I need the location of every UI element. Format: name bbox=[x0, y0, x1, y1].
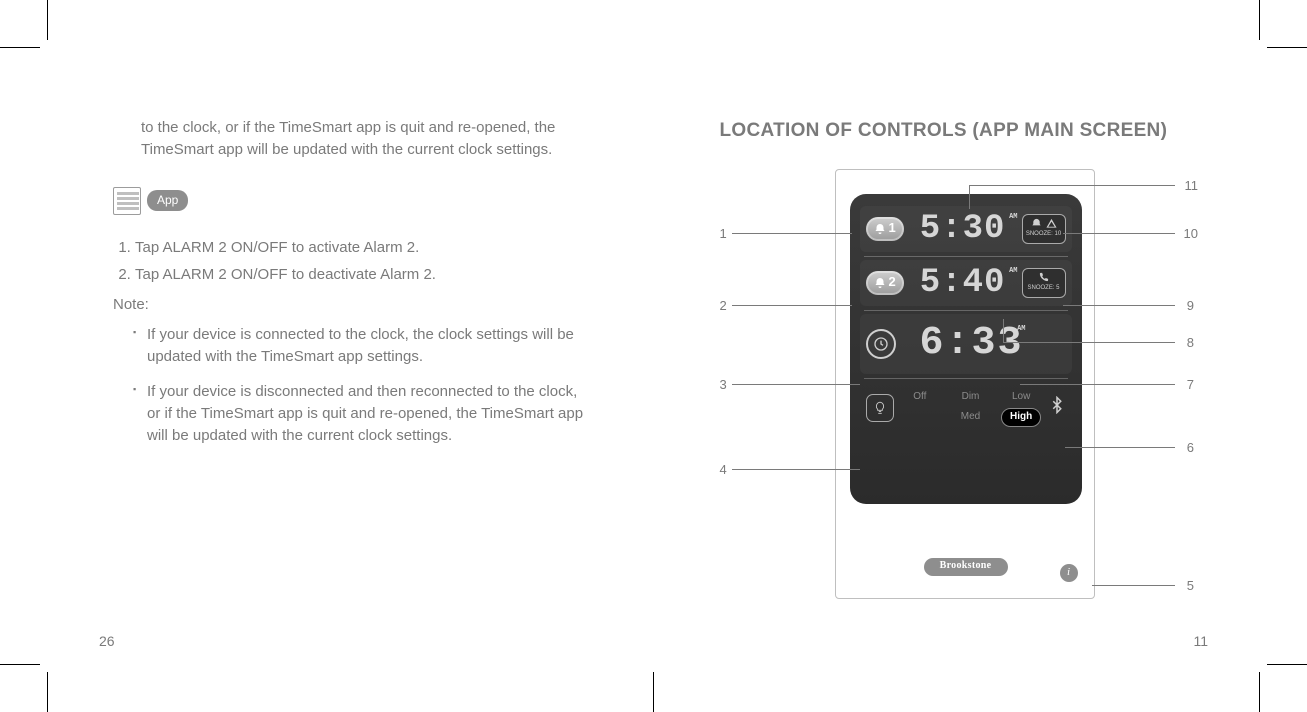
alarm1-number: 1 bbox=[889, 219, 896, 238]
alarm2-row: 2 5:40 AM SNOOZE: 5 bbox=[860, 260, 1072, 306]
bluetooth-icon bbox=[1048, 396, 1066, 414]
intro-paragraph: to the clock, or if the TimeSmart app is… bbox=[141, 117, 588, 161]
page-left: to the clock, or if the TimeSmart app is… bbox=[47, 47, 654, 665]
note-bullet: If your device is connected to the clock… bbox=[133, 324, 588, 368]
leader-line bbox=[732, 384, 860, 385]
alarm1-snooze-label: SNOOZE: 10 bbox=[1026, 230, 1061, 239]
leader-line bbox=[1003, 342, 1175, 343]
phone-icon bbox=[1038, 272, 1049, 283]
alarm2-toggle[interactable]: 2 bbox=[866, 271, 904, 295]
callout-7: 7 bbox=[1187, 376, 1194, 395]
clock-time[interactable]: 6:33 AM bbox=[920, 324, 1024, 364]
alarm2-snooze-box[interactable]: SNOOZE: 5 bbox=[1022, 268, 1066, 298]
dimmer-high-selected[interactable]: High bbox=[1001, 408, 1041, 427]
app-thumbnail-icon bbox=[113, 187, 141, 215]
alarm1-toggle[interactable]: 1 bbox=[866, 217, 904, 241]
leader-line bbox=[732, 233, 852, 234]
clock-ampm: AM bbox=[1017, 326, 1025, 333]
brand-badge: Brookstone bbox=[924, 558, 1008, 576]
note-label: Note: bbox=[113, 294, 588, 316]
crop-mark bbox=[47, 0, 48, 40]
info-button[interactable]: i bbox=[1060, 564, 1078, 582]
leader-line bbox=[1065, 447, 1175, 448]
callout-1: 1 bbox=[720, 225, 727, 244]
callout-3: 3 bbox=[720, 376, 727, 395]
alarm1-time[interactable]: 5:30 AM bbox=[910, 212, 1016, 246]
dimmer-low[interactable]: Low bbox=[1001, 390, 1042, 405]
clock-row: 6:33 AM bbox=[860, 314, 1072, 374]
app-pill-label: App bbox=[147, 190, 188, 211]
alarm1-ampm: AM bbox=[1009, 214, 1017, 221]
step-item: Tap ALARM 2 ON/OFF to deactivate Alarm 2… bbox=[135, 264, 588, 286]
leader-line bbox=[1003, 319, 1004, 342]
crop-mark bbox=[47, 672, 48, 712]
section-title: LOCATION OF CONTROLS (APP MAIN SCREEN) bbox=[720, 117, 1195, 145]
leader-line bbox=[732, 305, 852, 306]
crop-mark bbox=[0, 47, 40, 48]
crop-mark bbox=[0, 664, 40, 665]
leader-line bbox=[1092, 585, 1175, 586]
backlight-button[interactable] bbox=[866, 394, 894, 422]
crop-mark bbox=[1267, 47, 1307, 48]
leader-line bbox=[969, 185, 970, 209]
clock-icon-button[interactable] bbox=[866, 329, 896, 359]
alarm2-number: 2 bbox=[889, 273, 896, 292]
dimmer-options[interactable]: Off Dim Low Med High bbox=[900, 390, 1042, 427]
leader-line bbox=[1063, 305, 1175, 306]
page-number-left: 26 bbox=[99, 631, 115, 651]
app-badge-row: App bbox=[113, 187, 588, 215]
note-bullet: If your device is disconnected and then … bbox=[133, 381, 588, 446]
app-screen: 1 5:30 AM SNOOZE: 10 bbox=[850, 194, 1082, 504]
alarm2-time[interactable]: 5:40 AM bbox=[910, 266, 1016, 300]
alarm2-snooze-label: SNOOZE: 5 bbox=[1027, 284, 1059, 293]
crop-mark bbox=[1259, 672, 1260, 712]
step-item: Tap ALARM 2 ON/OFF to activate Alarm 2. bbox=[135, 237, 588, 259]
callout-10: 10 bbox=[1184, 225, 1198, 244]
leader-line bbox=[732, 469, 860, 470]
callout-8: 8 bbox=[1187, 334, 1194, 353]
leader-line bbox=[1063, 233, 1175, 234]
callout-6: 6 bbox=[1187, 439, 1194, 458]
steps-list: Tap ALARM 2 ON/OFF to activate Alarm 2. … bbox=[135, 237, 588, 287]
callout-9: 9 bbox=[1187, 297, 1194, 316]
callout-11: 11 bbox=[1185, 177, 1199, 196]
alarm-icon bbox=[874, 223, 886, 235]
dimmer-off[interactable]: Off bbox=[900, 390, 941, 405]
bluetooth-button[interactable] bbox=[1048, 396, 1066, 421]
clock-icon bbox=[873, 336, 889, 352]
callout-4: 4 bbox=[720, 461, 727, 480]
alarm1-row: 1 5:30 AM SNOOZE: 10 bbox=[860, 206, 1072, 252]
bulb-icon bbox=[873, 401, 887, 415]
crop-mark-center bbox=[653, 672, 654, 712]
page-spread: to the clock, or if the TimeSmart app is… bbox=[47, 47, 1260, 665]
note-bullets: If your device is connected to the clock… bbox=[133, 324, 588, 447]
crop-mark bbox=[1259, 0, 1260, 40]
dimmer-med[interactable]: Med bbox=[950, 410, 991, 425]
bell-icon bbox=[1031, 218, 1042, 229]
alarm2-ampm: AM bbox=[1009, 268, 1017, 275]
alarm1-snooze-box[interactable]: SNOOZE: 10 bbox=[1022, 214, 1066, 244]
dimmer-row: Off Dim Low Med High bbox=[860, 382, 1072, 437]
leader-line bbox=[969, 185, 1175, 186]
page-number-right: 11 bbox=[1193, 631, 1208, 651]
crop-mark bbox=[1267, 664, 1307, 665]
callout-5: 5 bbox=[1187, 577, 1194, 596]
leader-line bbox=[1020, 384, 1175, 385]
warning-icon bbox=[1046, 218, 1057, 229]
alarm-icon bbox=[874, 277, 886, 289]
callout-2: 2 bbox=[720, 297, 727, 316]
page-right: LOCATION OF CONTROLS (APP MAIN SCREEN) 1… bbox=[654, 47, 1261, 665]
controls-diagram: 1 5:30 AM SNOOZE: 10 bbox=[720, 163, 1195, 643]
dimmer-dim[interactable]: Dim bbox=[950, 390, 991, 405]
